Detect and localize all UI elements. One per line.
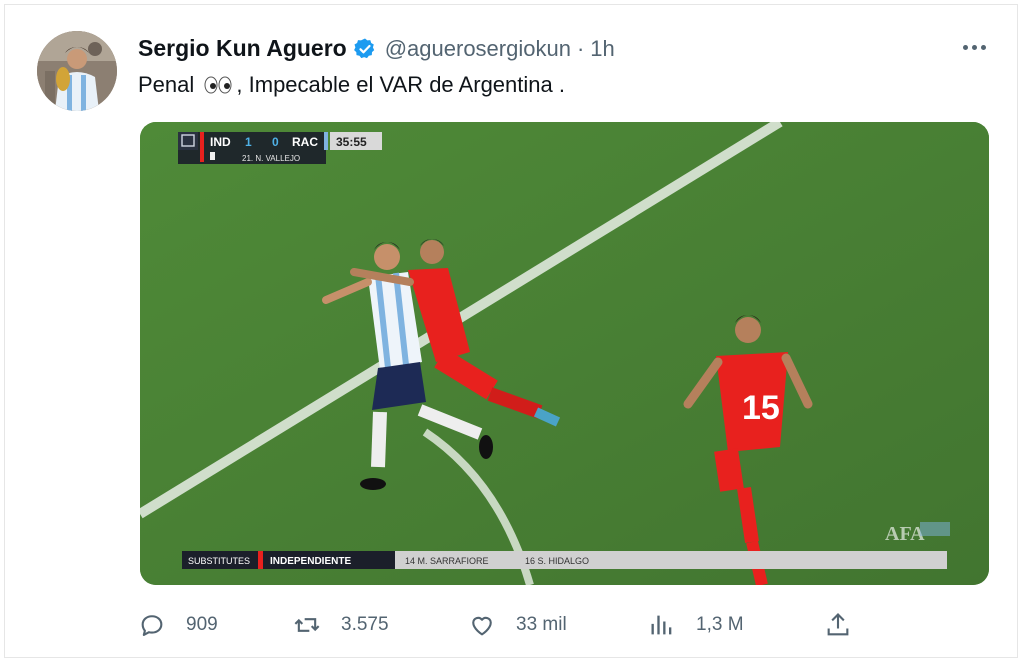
tweet-text-end: , Impecable el VAR de Argentina . <box>236 72 565 97</box>
substitutes-label: SUBSTITUTES <box>188 556 250 566</box>
shirt-number: 15 <box>742 389 780 427</box>
home-score: 1 <box>245 135 252 149</box>
video-player[interactable]: 15 IND 1 0 RAC 35:55 21. N. VALLEJO AFA … <box>140 122 989 585</box>
tweet-text-start: Penal <box>138 72 195 97</box>
more-options-icon[interactable] <box>958 35 990 59</box>
tweet-actions: 909 3.575 33 mil 1,3 M <box>138 605 858 645</box>
away-score: 0 <box>272 135 279 149</box>
reply-icon <box>141 615 163 636</box>
card-player: 21. N. VALLEJO <box>242 154 300 163</box>
avatar-image <box>37 31 117 111</box>
match-clock: 35:55 <box>336 135 367 149</box>
like-count: 33 mil <box>516 614 567 635</box>
like-icon <box>472 616 492 636</box>
player-in: 16 S. HIDALGO <box>525 556 589 566</box>
tweet-text: Penal , Impecable el VAR de Argentina . <box>138 72 565 98</box>
tweet-card[interactable]: Sergio Kun Aguero @aguerosergiokun · 1h … <box>4 4 1018 658</box>
retweet-count: 3.575 <box>341 614 389 635</box>
reply-button[interactable]: 909 <box>138 605 218 645</box>
author-handle[interactable]: @aguerosergiokun <box>385 36 571 62</box>
afa-watermark: AFA <box>885 523 925 545</box>
substitutes-team: INDEPENDIENTE <box>270 556 351 567</box>
retweet-icon <box>294 618 320 632</box>
tweet-header: Sergio Kun Aguero @aguerosergiokun · 1h <box>138 35 615 62</box>
avatar[interactable] <box>37 31 117 111</box>
home-team: IND <box>210 135 231 149</box>
author-name[interactable]: Sergio Kun Aguero <box>138 35 347 62</box>
player-out: 14 M. SARRAFIORE <box>405 556 489 566</box>
like-button[interactable]: 33 mil <box>468 605 567 645</box>
retweet-button[interactable]: 3.575 <box>293 605 389 645</box>
separator: · <box>576 35 585 61</box>
video-frame: 15 IND 1 0 RAC 35:55 21. N. VALLEJO AFA … <box>140 122 989 585</box>
views-button[interactable]: 1,3 M <box>648 605 744 645</box>
views-icon <box>651 615 672 635</box>
verified-badge-icon <box>353 38 374 58</box>
substitutes-bar: SUBSTITUTES INDEPENDIENTE 14 M. SARRAFIO… <box>182 551 947 569</box>
view-count: 1,3 M <box>696 614 744 635</box>
tweet-time[interactable]: 1h <box>590 36 614 62</box>
share-icon <box>827 613 849 636</box>
eyes-emoji <box>203 74 233 94</box>
share-button[interactable] <box>824 605 852 645</box>
reply-count: 909 <box>186 614 218 635</box>
away-team: RAC <box>292 135 318 149</box>
